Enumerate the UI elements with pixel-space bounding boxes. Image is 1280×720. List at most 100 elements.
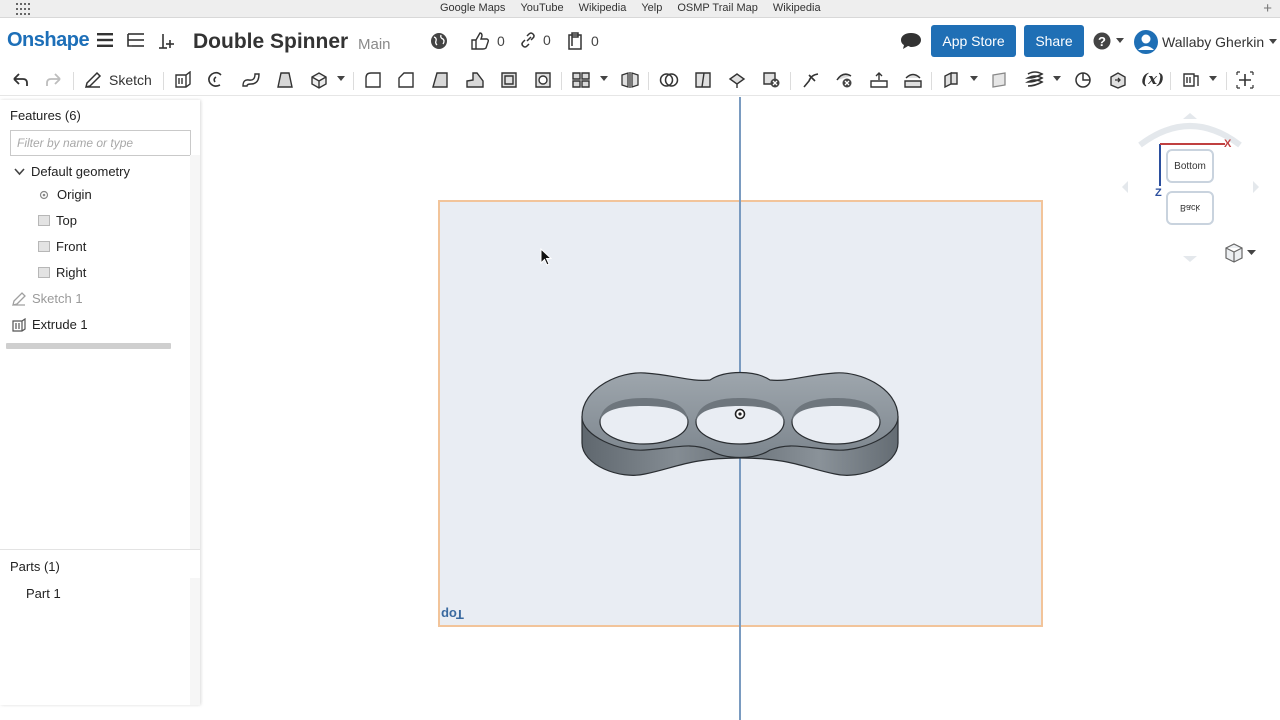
- plane-label: Top: [441, 607, 464, 622]
- add-icon[interactable]: [1235, 71, 1255, 89]
- cube-icon: [1225, 243, 1243, 263]
- feature-list-horizontal-scrollbar[interactable]: [6, 343, 171, 349]
- caret-down-icon[interactable]: [1053, 76, 1061, 81]
- move-face-icon[interactable]: [869, 71, 889, 89]
- part-list-item[interactable]: Part 1: [26, 586, 61, 601]
- spinner-part[interactable]: [580, 370, 900, 580]
- bookmark-yelp[interactable]: Yelp: [641, 2, 662, 14]
- tree-item-origin[interactable]: Origin: [39, 187, 92, 202]
- chevron-down-icon: [1116, 38, 1124, 43]
- tree-item-right-plane[interactable]: Right: [38, 265, 86, 280]
- chevron-down-icon[interactable]: [14, 167, 25, 176]
- user-menu[interactable]: Wallaby Gherkin: [1134, 30, 1278, 54]
- linear-pattern-icon[interactable]: [571, 71, 591, 89]
- measure-icon[interactable]: [1073, 71, 1093, 89]
- tree-item-label: Default geometry: [31, 164, 130, 179]
- caret-down-icon[interactable]: [337, 76, 345, 81]
- feature-list-icon[interactable]: [126, 32, 146, 50]
- hamburger-menu-icon[interactable]: [97, 33, 113, 47]
- redo-icon[interactable]: [44, 71, 64, 89]
- x-axis-label: X: [1224, 138, 1232, 150]
- comments-icon[interactable]: [900, 32, 922, 50]
- hole-icon[interactable]: [533, 71, 553, 89]
- extrude-icon[interactable]: [173, 71, 193, 89]
- sketch-icon: [12, 291, 26, 306]
- new-tab-plus-icon[interactable]: +: [1263, 0, 1272, 17]
- tree-item-front-plane[interactable]: Front: [38, 239, 86, 254]
- draft-icon[interactable]: [430, 71, 450, 89]
- bookmark-youtube[interactable]: YouTube: [520, 2, 563, 14]
- loft-icon[interactable]: [275, 71, 295, 89]
- app-header: Onshape Double Spinner Main 0 0 0 App St…: [0, 19, 1280, 63]
- toolbar-separator: [1226, 72, 1227, 90]
- bookmark-google-maps[interactable]: Google Maps: [440, 2, 505, 14]
- toolbar-separator: [73, 72, 74, 90]
- document-title[interactable]: Double Spinner: [193, 30, 348, 54]
- feature-panel: Features (6) Default geometry Origin Top…: [0, 100, 200, 705]
- chamfer-icon[interactable]: [396, 71, 416, 89]
- split-icon[interactable]: [693, 71, 713, 89]
- user-avatar-icon: [1134, 30, 1158, 54]
- tree-item-default-geometry[interactable]: Default geometry: [14, 164, 130, 179]
- feature-filter-input[interactable]: [10, 130, 191, 156]
- caret-down-icon[interactable]: [970, 76, 978, 81]
- undo-icon[interactable]: [10, 71, 30, 89]
- share-button[interactable]: Share: [1024, 25, 1084, 57]
- branch-name[interactable]: Main: [358, 36, 391, 53]
- view-cube-bottom-face[interactable]: Bottom: [1166, 149, 1214, 183]
- thicken-icon[interactable]: [309, 71, 329, 89]
- parts-list-scrollbar[interactable]: [190, 578, 200, 705]
- import-icon[interactable]: [1108, 71, 1128, 89]
- bookmark-wikipedia[interactable]: Wikipedia: [579, 2, 627, 14]
- svg-text:?: ?: [1098, 34, 1106, 49]
- tree-item-sketch-1[interactable]: Sketch 1: [12, 291, 83, 306]
- origin-marker-icon[interactable]: [734, 408, 746, 420]
- fillet-icon[interactable]: [363, 71, 383, 89]
- toolbar-separator: [790, 72, 791, 90]
- mirror-icon[interactable]: [620, 71, 640, 89]
- helix-icon[interactable]: [1025, 71, 1045, 89]
- sketch-button[interactable]: Sketch: [84, 71, 152, 89]
- onshape-logo[interactable]: Onshape: [7, 29, 90, 52]
- app-store-button[interactable]: App Store: [931, 25, 1016, 57]
- panel-divider[interactable]: [0, 549, 200, 550]
- view-options-menu[interactable]: [1224, 243, 1256, 263]
- bookmark-osmp-trail-map[interactable]: OSMP Trail Map: [677, 2, 758, 14]
- tree-item-extrude-1[interactable]: Extrude 1: [12, 317, 88, 332]
- part-studio-icon[interactable]: [1181, 71, 1201, 89]
- link-icon: [521, 32, 535, 48]
- origin-icon: [39, 190, 49, 199]
- sweep-icon[interactable]: [241, 71, 261, 89]
- tree-item-top-plane[interactable]: Top: [38, 213, 77, 228]
- feature-toolbar: Sketch (x): [0, 64, 1280, 96]
- insert-icon[interactable]: [157, 32, 175, 50]
- sheet-metal-icon[interactable]: [942, 71, 962, 89]
- tree-item-label: Origin: [57, 187, 92, 202]
- bookmark-wikipedia-2[interactable]: Wikipedia: [773, 2, 821, 14]
- plane-icon[interactable]: [990, 71, 1010, 89]
- caret-down-icon[interactable]: [1209, 76, 1217, 81]
- delete-part-icon[interactable]: [761, 71, 781, 89]
- view-cube-back-face[interactable]: Back: [1166, 191, 1214, 225]
- extrude-icon: [12, 317, 26, 332]
- rib-icon[interactable]: [465, 71, 485, 89]
- apps-grid-icon[interactable]: [16, 3, 30, 15]
- copy-counter[interactable]: 0: [566, 32, 599, 50]
- caret-down-icon[interactable]: [600, 76, 608, 81]
- boolean-icon[interactable]: [659, 71, 679, 89]
- revolve-icon[interactable]: [206, 71, 226, 89]
- transform-icon[interactable]: [727, 71, 747, 89]
- like-counter[interactable]: 0: [470, 32, 505, 50]
- help-menu[interactable]: ?: [1093, 32, 1125, 50]
- bookmark-list: Google Maps YouTube Wikipedia Yelp OSMP …: [440, 2, 836, 14]
- tree-item-label: Extrude 1: [32, 317, 88, 332]
- replace-face-icon[interactable]: [903, 71, 923, 89]
- delete-face-icon[interactable]: [835, 71, 855, 89]
- variable-button[interactable]: (x): [1141, 70, 1164, 88]
- modify-fillet-icon[interactable]: [801, 71, 821, 89]
- feature-list-scrollbar[interactable]: [190, 155, 200, 550]
- globe-icon[interactable]: [430, 32, 448, 50]
- link-counter[interactable]: 0: [520, 32, 551, 48]
- like-count: 0: [497, 33, 505, 49]
- shell-icon[interactable]: [499, 71, 519, 89]
